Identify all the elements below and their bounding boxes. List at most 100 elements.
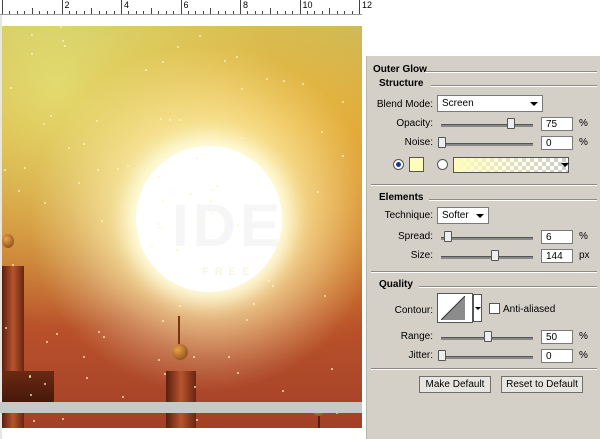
ruler-tick <box>195 11 197 14</box>
star-sparkle <box>244 283 246 285</box>
star-sparkle <box>193 356 195 358</box>
star-sparkle <box>117 168 119 170</box>
star-sparkle <box>86 377 88 379</box>
size-slider-thumb[interactable] <box>491 250 500 261</box>
contour-dropdown[interactable] <box>473 294 482 322</box>
star-sparkle <box>30 394 32 396</box>
blend-mode-value: Screen <box>442 98 474 109</box>
star-sparkle <box>302 83 304 85</box>
spread-unit: % <box>579 231 588 242</box>
star-sparkle <box>64 45 66 47</box>
blend-mode-select[interactable]: Screen <box>437 95 543 112</box>
star-sparkle <box>44 202 46 204</box>
size-input[interactable]: 144 <box>541 249 573 263</box>
ruler-tick <box>269 8 271 14</box>
ruler-tick <box>321 11 323 14</box>
middle-tower-spire <box>178 316 180 344</box>
ruler-tick <box>61 0 63 14</box>
ruler-label: 10 <box>302 0 313 10</box>
range-input[interactable]: 50 <box>541 330 573 344</box>
noise-slider-thumb[interactable] <box>438 137 446 148</box>
star-sparkle <box>50 115 52 117</box>
spread-label: Spread: <box>397 231 433 242</box>
spread-input[interactable]: 6 <box>541 230 573 244</box>
spread-slider-thumb[interactable] <box>443 231 452 242</box>
ruler-tick <box>262 11 264 14</box>
size-slider-track[interactable] <box>441 256 533 259</box>
jitter-label: Jitter: <box>408 350 433 361</box>
quality-heading: Quality <box>379 279 413 290</box>
structure-divider <box>431 85 597 86</box>
star-sparkle <box>196 419 198 421</box>
noise-slider-track[interactable] <box>441 143 533 146</box>
ruler-tick <box>68 11 70 14</box>
ruler-tick <box>150 8 152 14</box>
jitter-input[interactable]: 0 <box>541 349 573 363</box>
star-sparkle <box>283 80 285 82</box>
star-sparkle <box>122 396 124 398</box>
star-sparkle <box>342 101 344 103</box>
ruler-tick <box>54 11 56 14</box>
make-default-button[interactable]: Make Default <box>419 376 491 393</box>
solid-color-radio[interactable] <box>393 159 404 170</box>
star-sparkle <box>83 356 85 358</box>
star-sparkle <box>4 169 6 171</box>
gradient-radio[interactable] <box>437 159 448 170</box>
star-sparkle <box>331 368 333 370</box>
canvas-bottom-band <box>0 402 362 413</box>
technique-select[interactable]: Softer <box>437 207 489 224</box>
ruler-tick <box>329 8 331 14</box>
opacity-slider-track[interactable] <box>441 124 533 127</box>
star-sparkle <box>31 53 33 55</box>
chevron-down-icon <box>475 307 481 310</box>
star-sparkle <box>194 386 196 388</box>
star-sparkle <box>224 60 226 62</box>
elements-heading: Elements <box>379 192 424 203</box>
anti-aliased-checkbox[interactable] <box>489 303 500 314</box>
star-sparkle <box>62 418 64 420</box>
anti-aliased-label: Anti-aliased <box>503 304 556 315</box>
blend-mode-label: Blend Mode: <box>376 99 433 110</box>
star-sparkle <box>237 224 239 226</box>
star-sparkle <box>151 245 153 247</box>
ruler-tick <box>9 11 11 14</box>
image-canvas[interactable]: IDE FREE <box>2 26 362 428</box>
technique-value: Softer <box>442 210 469 221</box>
ruler-tick <box>292 11 294 14</box>
jitter-slider-track[interactable] <box>441 356 533 359</box>
ruler-tick <box>202 11 204 14</box>
chevron-down-icon <box>561 163 569 167</box>
section-divider-2 <box>371 271 597 272</box>
star-sparkle <box>190 193 192 195</box>
opacity-input[interactable]: 75 <box>541 117 573 131</box>
noise-input[interactable]: 0 <box>541 136 573 150</box>
ruler-label: 6 <box>183 0 189 10</box>
spread-slider-track[interactable] <box>441 237 533 240</box>
star-sparkle <box>83 143 85 145</box>
star-sparkle <box>179 119 181 121</box>
reset-to-default-button[interactable]: Reset to Default <box>501 376 583 393</box>
ruler-tick <box>76 11 78 14</box>
size-label: Size: <box>410 250 433 261</box>
middle-tower <box>166 371 196 428</box>
glow-color-swatch[interactable] <box>409 157 424 172</box>
star-sparkle <box>266 78 268 80</box>
ruler-tick <box>24 11 26 14</box>
ruler-tick <box>98 11 100 14</box>
jitter-slider-thumb[interactable] <box>438 350 446 361</box>
right-finial-pole <box>318 416 320 428</box>
gradient-preview[interactable] <box>453 157 569 173</box>
ruler-tick <box>121 0 122 14</box>
star-sparkle <box>241 137 243 139</box>
star-sparkle <box>324 295 326 297</box>
star-sparkle <box>172 191 174 193</box>
ruler-tick <box>135 11 137 14</box>
contour-label: Contour: <box>394 305 433 316</box>
star-sparkle <box>44 383 46 385</box>
opacity-slider-thumb[interactable] <box>507 118 515 129</box>
range-label: Range: <box>400 331 433 342</box>
range-slider-thumb[interactable] <box>484 331 492 342</box>
contour-picker[interactable] <box>437 293 482 323</box>
star-sparkle <box>56 333 58 335</box>
star-sparkle <box>159 227 161 229</box>
